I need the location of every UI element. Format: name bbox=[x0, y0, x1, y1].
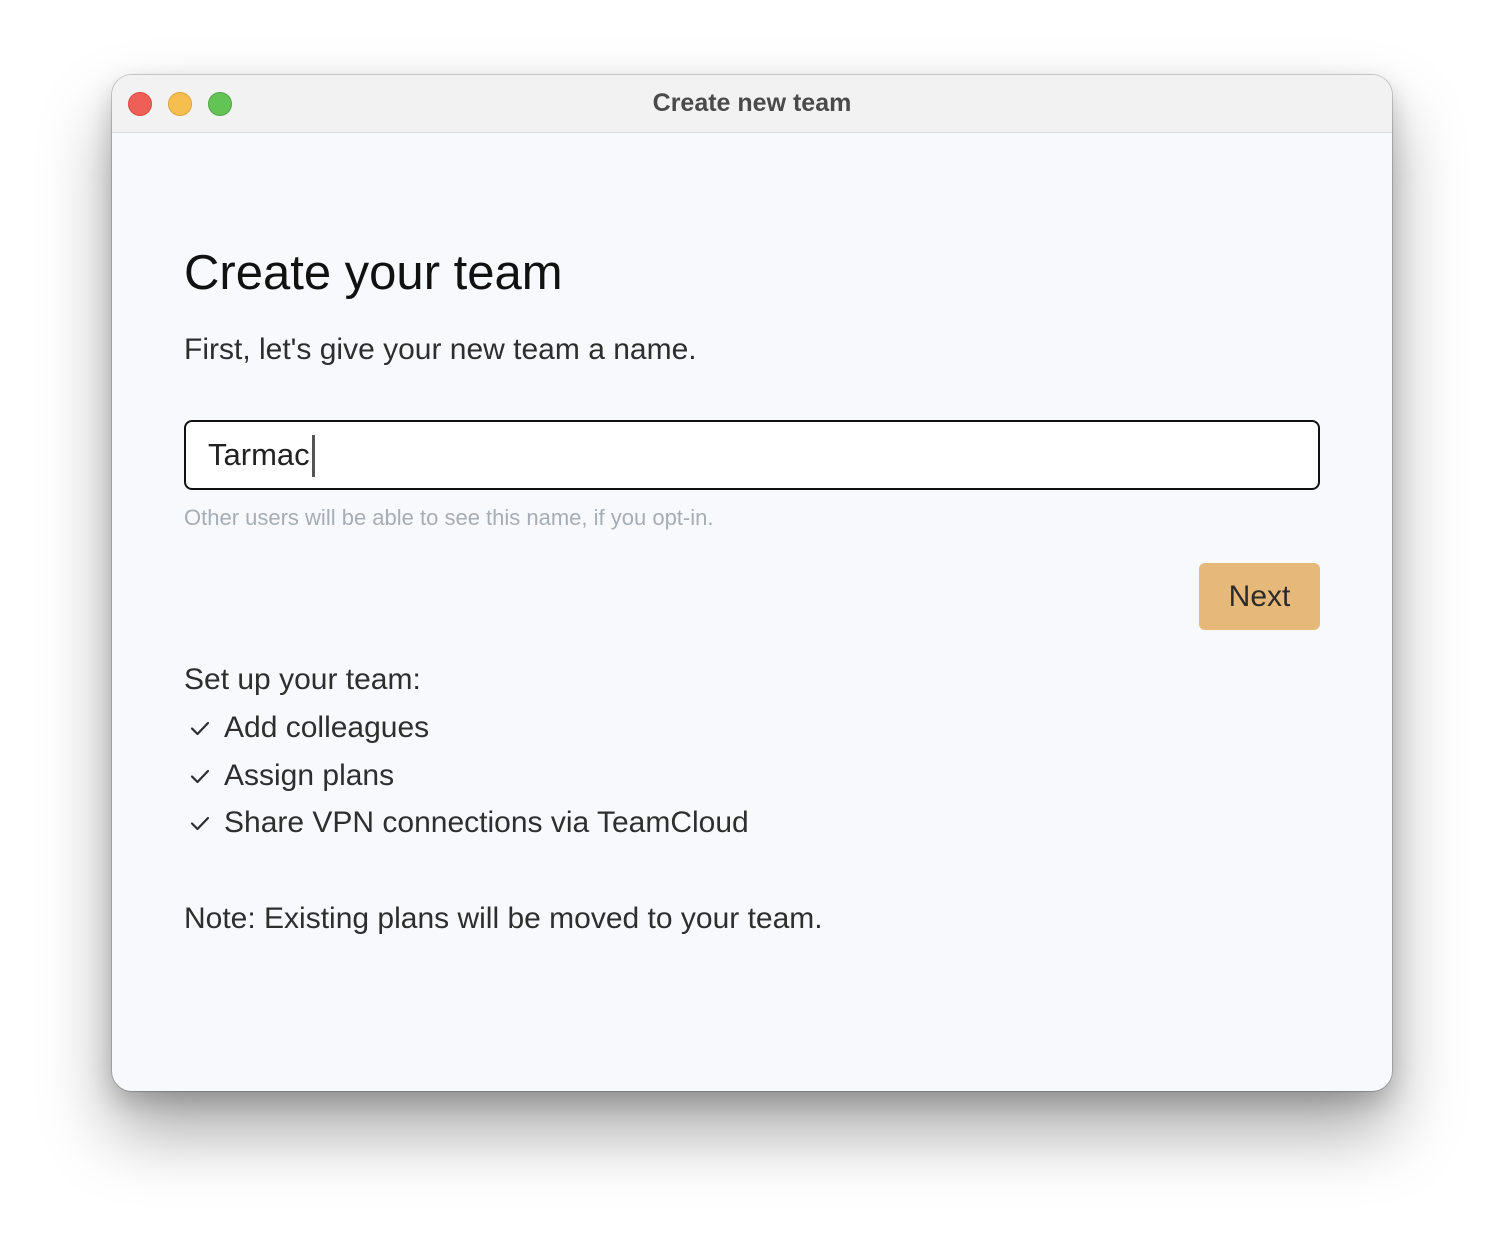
check-icon bbox=[190, 769, 210, 784]
window-title: Create new team bbox=[652, 89, 852, 117]
list-item-label: Assign plans bbox=[224, 759, 395, 792]
check-icon bbox=[190, 721, 210, 736]
page-subtitle: First, let's give your new team a name. bbox=[184, 333, 697, 366]
next-button[interactable]: Next bbox=[1199, 563, 1320, 630]
list-item-label: Share VPN connections via TeamCloud bbox=[224, 806, 749, 839]
check-icon bbox=[190, 816, 210, 831]
list-item-label: Add colleagues bbox=[224, 711, 430, 744]
dialog-content: Create your team First, let's give your … bbox=[112, 133, 1392, 1091]
title-bar[interactable]: Create new team bbox=[112, 75, 1392, 133]
note-text: Note: Existing plans will be moved to yo… bbox=[184, 902, 823, 935]
text-cursor bbox=[312, 435, 315, 477]
team-name-input[interactable] bbox=[184, 420, 1320, 490]
team-name-hint: Other users will be able to see this nam… bbox=[184, 505, 714, 530]
page-title: Create your team bbox=[184, 246, 563, 300]
setup-list-title: Set up your team: bbox=[184, 663, 421, 696]
create-team-window: Create new team Create your team First, … bbox=[112, 75, 1392, 1091]
